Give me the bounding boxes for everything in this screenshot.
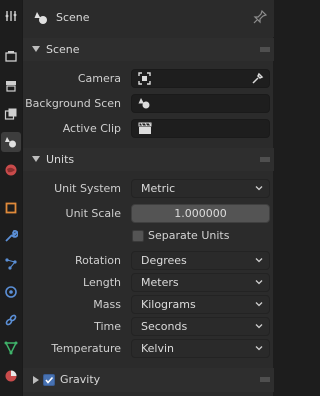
- active-clip-label: Active Clip: [62, 122, 121, 135]
- world-icon: [5, 164, 17, 176]
- camera-object-icon: [138, 72, 151, 85]
- material-icon: [5, 370, 17, 382]
- camera-label: Camera: [77, 72, 121, 85]
- gravity-section-header[interactable]: Gravity: [23, 368, 274, 392]
- length-dropdown[interactable]: Meters: [131, 273, 270, 292]
- properties-tab-bar: [0, 0, 22, 396]
- dropdown-value: Metric: [141, 182, 176, 195]
- chevron-down-icon: [255, 258, 263, 263]
- modifier-tab[interactable]: [1, 226, 21, 246]
- temperature-label: Temperature: [51, 342, 121, 355]
- scene-icon: [5, 137, 16, 148]
- chevron-down-icon: [255, 302, 263, 307]
- render-tab[interactable]: [1, 46, 21, 66]
- scene-icon: [138, 98, 150, 109]
- eyedropper-icon[interactable]: [251, 72, 264, 85]
- view-layer-tab[interactable]: [1, 104, 21, 124]
- panel-header: Scene: [23, 0, 274, 37]
- unit-scale-field[interactable]: 1.000000: [131, 204, 270, 223]
- modifier-icon: [5, 230, 18, 242]
- separate-units-label[interactable]: Separate Units: [148, 229, 229, 242]
- mass-dropdown[interactable]: Kilograms: [131, 295, 270, 314]
- properties-panel: Scene Scene Camera Background Scen Activ…: [22, 0, 274, 396]
- pin-icon[interactable]: [253, 10, 267, 24]
- unit-system-dropdown[interactable]: Metric: [131, 179, 270, 198]
- material-tab[interactable]: [1, 366, 21, 386]
- data-icon: [4, 341, 18, 355]
- scene-tab[interactable]: [1, 132, 21, 152]
- data-tab[interactable]: [1, 338, 21, 358]
- background-scene-field[interactable]: [131, 94, 270, 113]
- world-tab[interactable]: [1, 160, 21, 180]
- section-title: Scene: [46, 43, 80, 56]
- dropdown-value: Kelvin: [141, 342, 175, 355]
- output-icon: [6, 81, 16, 92]
- collapse-icon: [32, 156, 40, 162]
- object-tab[interactable]: [1, 198, 21, 218]
- dropdown-value: Seconds: [141, 320, 188, 333]
- unit-scale-label: Unit Scale: [65, 207, 121, 220]
- rotation-label: Rotation: [74, 254, 121, 267]
- particles-tab[interactable]: [1, 254, 21, 274]
- rotation-dropdown[interactable]: Degrees: [131, 251, 270, 270]
- view-layer-icon: [4, 108, 17, 120]
- background-scene-label: Background Scen: [25, 97, 121, 110]
- mass-label: Mass: [93, 298, 121, 311]
- clip-icon: [138, 122, 152, 134]
- section-title: Units: [46, 153, 75, 166]
- particles-icon: [5, 258, 17, 270]
- render-icon: [5, 51, 17, 62]
- constraints-icon: [5, 314, 17, 326]
- chevron-down-icon: [255, 186, 263, 191]
- scene-icon: [34, 12, 47, 24]
- gravity-checkbox[interactable]: [43, 374, 55, 386]
- units-section-header[interactable]: Units: [23, 148, 274, 171]
- chevron-down-icon: [255, 324, 263, 329]
- section-title: Gravity: [60, 373, 101, 386]
- object-icon: [5, 202, 17, 214]
- unit-scale-value: 1.000000: [174, 207, 227, 220]
- expand-icon: [33, 376, 39, 384]
- physics-icon: [5, 286, 17, 298]
- dropdown-value: Kilograms: [141, 298, 196, 311]
- dropdown-value: Meters: [141, 276, 179, 289]
- chevron-down-icon: [255, 280, 263, 285]
- drag-grip-icon[interactable]: [260, 157, 270, 162]
- length-label: Length: [83, 276, 121, 289]
- checkmark-icon: [45, 376, 54, 384]
- scene-section-header[interactable]: Scene: [23, 38, 274, 61]
- tool-tab[interactable]: [1, 6, 21, 26]
- drag-grip-icon[interactable]: [260, 47, 270, 52]
- drag-grip-icon[interactable]: [260, 377, 270, 382]
- tool-icon: [5, 11, 17, 21]
- time-dropdown[interactable]: Seconds: [131, 317, 270, 336]
- separate-units-checkbox[interactable]: [132, 230, 144, 242]
- unit-system-label: Unit System: [54, 182, 121, 195]
- camera-field[interactable]: [131, 69, 270, 88]
- time-label: Time: [94, 320, 121, 333]
- constraints-tab[interactable]: [1, 310, 21, 330]
- active-clip-field[interactable]: [131, 119, 270, 138]
- physics-tab[interactable]: [1, 282, 21, 302]
- context-title: Scene: [56, 11, 90, 24]
- output-tab[interactable]: [1, 76, 21, 96]
- dropdown-value: Degrees: [141, 254, 187, 267]
- chevron-down-icon: [255, 346, 263, 351]
- temperature-dropdown[interactable]: Kelvin: [131, 339, 270, 358]
- collapse-icon: [32, 46, 40, 52]
